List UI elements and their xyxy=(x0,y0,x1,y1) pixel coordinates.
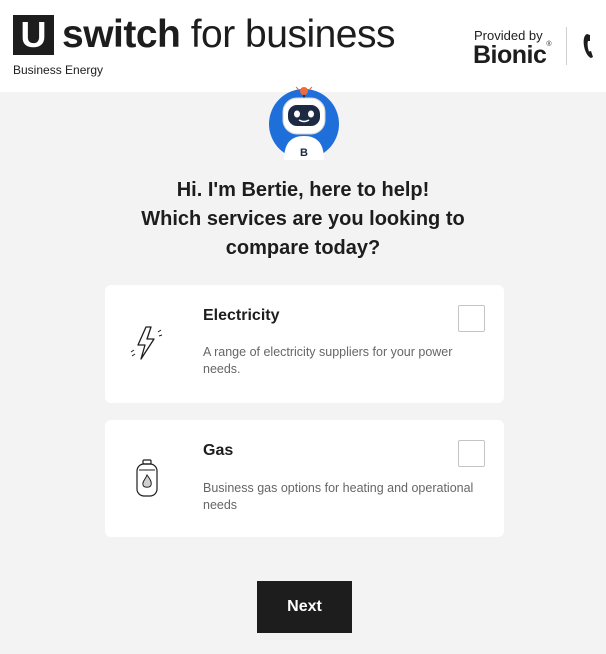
service-description: A range of electricity suppliers for you… xyxy=(203,345,453,376)
service-title: Electricity xyxy=(203,307,280,324)
assistant-question: Hi. I'm Bertie, here to help! Which serv… xyxy=(0,176,606,263)
header-divider xyxy=(566,27,567,65)
service-description: Business gas options for heating and ope… xyxy=(203,481,474,512)
logo-bold-text: switch xyxy=(62,13,181,56)
avatar-letter: B xyxy=(300,147,308,159)
logo-wordmark: switch for business xyxy=(62,15,395,55)
logo-letter-box: U xyxy=(13,15,54,55)
gas-checkbox[interactable] xyxy=(458,440,485,467)
header-subtitle: Business Energy xyxy=(13,63,104,77)
question-line-2: Which services are you looking to xyxy=(141,208,465,230)
next-button[interactable]: Next xyxy=(257,581,352,633)
registered-mark: ® xyxy=(546,41,552,48)
site-header: U switch for business Business Energy Pr… xyxy=(0,0,606,92)
question-line-1: Hi. I'm Bertie, here to help! xyxy=(176,179,430,201)
electricity-checkbox[interactable] xyxy=(458,305,485,332)
service-title: Gas xyxy=(203,442,234,459)
logo-rest-text: for business xyxy=(180,13,396,56)
lightning-bolt-icon xyxy=(130,326,163,360)
gas-bottle-icon xyxy=(136,459,158,497)
partner-logo[interactable]: Bionic® xyxy=(473,41,552,70)
uswitch-logo[interactable]: U switch for business xyxy=(13,15,395,55)
service-card-gas[interactable]: Gas Business gas options for heating and… xyxy=(105,420,504,537)
partner-name: Bionic xyxy=(473,41,547,69)
phone-icon[interactable] xyxy=(582,32,598,60)
service-card-electricity[interactable]: Electricity A range of electricity suppl… xyxy=(105,285,504,403)
robot-avatar-icon: B xyxy=(269,86,339,160)
question-line-3: compare today? xyxy=(225,237,381,259)
